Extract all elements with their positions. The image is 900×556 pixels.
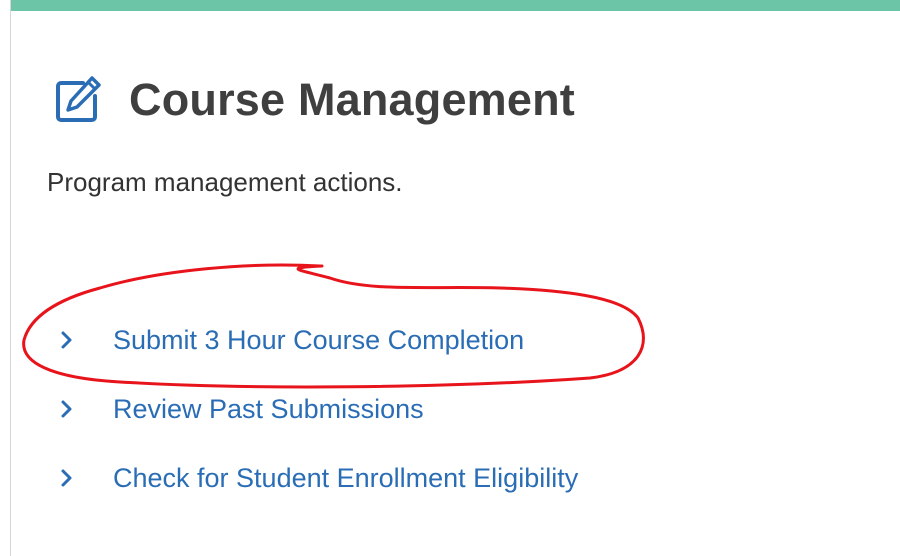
edit-icon: [53, 75, 103, 125]
link-review-past-submissions[interactable]: Review Past Submissions: [57, 391, 578, 427]
course-management-card: Course Management Program management act…: [10, 0, 900, 556]
page: Course Management Program management act…: [0, 0, 900, 556]
chevron-right-icon: [57, 399, 77, 419]
card-title: Course Management: [129, 74, 575, 125]
chevron-right-icon: [57, 468, 77, 488]
link-check-enrollment-eligibility[interactable]: Check for Student Enrollment Eligibility: [57, 460, 578, 496]
link-label[interactable]: Submit 3 Hour Course Completion: [113, 322, 524, 358]
card-subtitle: Program management actions.: [47, 167, 403, 197]
action-links: Submit 3 Hour Course Completion Review P…: [57, 322, 578, 529]
chevron-right-icon: [57, 330, 77, 350]
card-header: Course Management: [53, 72, 575, 128]
link-label[interactable]: Review Past Submissions: [113, 391, 424, 427]
card-accent-bar: [11, 0, 900, 11]
link-submit-course-completion[interactable]: Submit 3 Hour Course Completion: [57, 322, 578, 358]
link-label[interactable]: Check for Student Enrollment Eligibility: [113, 460, 578, 496]
